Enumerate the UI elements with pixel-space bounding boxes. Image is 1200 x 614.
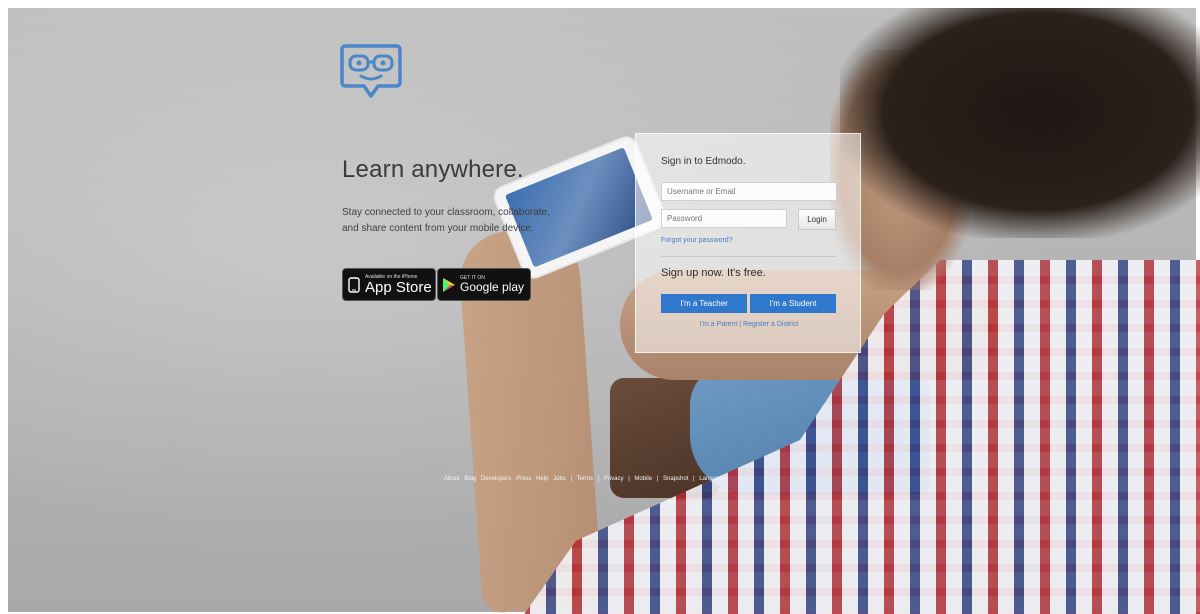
- apple-icon: [343, 276, 365, 293]
- footer-blog-link[interactable]: Blog: [464, 476, 476, 482]
- footer-developers-link[interactable]: Developers: [481, 476, 511, 482]
- google-play-label: Google play: [460, 280, 525, 294]
- footer-separator: |: [597, 476, 600, 482]
- footer-separator: |: [656, 476, 659, 482]
- hero-description: Stay connected to your classroom, collab…: [342, 207, 550, 234]
- login-button[interactable]: Login: [798, 209, 836, 230]
- footer-about-link[interactable]: About: [444, 476, 460, 482]
- app-store-small-text: Available on the iPhone: [365, 273, 418, 280]
- footer-separator: |: [693, 476, 695, 482]
- teacher-signup-button[interactable]: I'm a Teacher: [661, 294, 747, 313]
- background-person-hair: [840, 8, 1200, 238]
- signin-divider: [661, 256, 837, 257]
- footer-links: About Blog Developers Press Help Jobs | …: [444, 476, 729, 482]
- footer-press-link[interactable]: Press: [516, 476, 531, 482]
- footer-separator: |: [628, 476, 630, 482]
- signup-title: Sign up now. It's free.: [661, 267, 766, 279]
- link-separator: |: [739, 321, 742, 328]
- footer-help-link[interactable]: Help: [536, 476, 548, 482]
- footer-privacy-link[interactable]: Privacy: [604, 476, 624, 482]
- google-play-small-text: GET IT ON: [460, 275, 485, 281]
- signup-secondary-links: I'm a Parent | Register a District: [661, 321, 837, 328]
- footer-terms-link[interactable]: Terms: [577, 476, 593, 482]
- play-icon: [438, 277, 460, 293]
- app-store-button[interactable]: Available on the iPhone App Store: [342, 268, 436, 301]
- footer-jobs-link[interactable]: Jobs: [553, 476, 566, 482]
- footer-mobile-link[interactable]: Mobile: [634, 476, 652, 482]
- student-signup-button[interactable]: I'm a Student: [750, 294, 836, 313]
- signin-panel: Sign in to Edmodo. Login Forgot your pas…: [635, 133, 861, 353]
- parent-signup-link[interactable]: I'm a Parent: [700, 321, 738, 328]
- edmodo-logo-icon[interactable]: [338, 38, 404, 104]
- signin-title: Sign in to Edmodo.: [661, 156, 746, 167]
- hero-headline: Learn anywhere.: [342, 156, 524, 183]
- footer-snapshot-link[interactable]: Snapshot: [663, 476, 688, 482]
- forgot-password-link[interactable]: Forgot your password?: [661, 237, 733, 244]
- footer-language-link[interactable]: Language: [699, 476, 726, 482]
- footer-separator: |: [570, 476, 573, 482]
- password-input[interactable]: [661, 209, 787, 228]
- district-register-link[interactable]: Register a District: [743, 321, 798, 328]
- username-input[interactable]: [661, 182, 837, 201]
- page: Learn anywhere. Stay connected to your c…: [0, 0, 1200, 614]
- app-store-label: App Store: [365, 278, 432, 296]
- google-play-button[interactable]: GET IT ON Google play: [437, 268, 531, 301]
